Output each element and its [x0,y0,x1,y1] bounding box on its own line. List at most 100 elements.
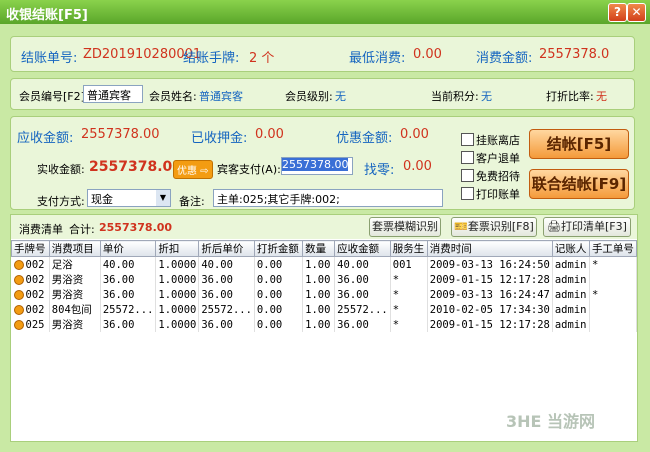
table-cell: 足浴 [49,256,101,272]
table-cell: admin [552,256,590,272]
promo-button[interactable]: 优惠 ⇨ [173,160,213,179]
row-arrow-icon [13,289,24,300]
col-header[interactable]: 手工单号 [588,240,638,257]
table-cell: 36.00 [334,317,391,332]
change-label: 找零: [364,163,395,178]
ticket-recognize-button[interactable]: 🎫套票识别[F8] [451,217,537,237]
table-cell: 002 [11,302,50,317]
table-cell: 40.00 [198,256,255,272]
print-list-button[interactable]: 🖨打印清单[F3] [543,217,631,237]
col-header[interactable]: 打折金额 [253,240,304,257]
col-header[interactable]: 单价 [99,240,157,257]
discount-value: 无 [596,90,607,103]
guest-pay-input[interactable]: 2557378.00 [281,157,353,175]
checkbox-hang-account[interactable] [461,133,474,146]
cell-value: 002 [25,273,45,286]
table-cell: 2009-03-13 16:24:47 [427,287,553,302]
table-cell [589,302,638,317]
cell-value: 002 [25,258,45,271]
cell-value: 1.00 [305,318,331,331]
payment-panel: 应收金额: 2557378.00 已收押金: 0.00 优惠金额: 0.00 实… [10,116,635,210]
table-cell: 36.00 [198,272,255,287]
cell-value: 1.00 [305,288,331,301]
col-header[interactable]: 手牌号 [11,240,50,257]
cell-value: 36.00 [102,318,135,331]
col-header[interactable]: 记账人 [551,240,590,257]
ticket-icon: 🎫 [454,220,468,233]
table-cell: 1.0000 [155,317,200,332]
cell-value: * [591,288,599,301]
method-select[interactable]: 现金 ▼ [87,189,171,207]
cell-value: 2009-03-13 16:24:50 [429,258,550,271]
table-row[interactable]: 002 男浴资 36.00 1.0000 36.00 0.00 1.00 36.00 * 2009… [11,287,638,302]
joint-checkout-button[interactable]: 联合结帐[F9] [529,169,629,199]
col-header[interactable]: 折后单价 [198,240,255,257]
hand-value: 2 个 [249,51,275,66]
col-header[interactable]: 服务生 [389,240,428,257]
member-panel: 会员编号[F2] 普通宾客 会员姓名: 普通宾客 会员级别: 无 当前积分: 无… [10,78,635,110]
cell-value: 足浴 [51,259,73,271]
cell-value: 男浴资 [51,319,84,331]
col-header[interactable]: 应收金额 [334,240,391,257]
checkout-button[interactable]: 结帐[F5] [529,129,629,159]
option-label: 打印账单 [476,188,520,201]
table-row[interactable]: 025 男浴资 36.00 1.0000 36.00 0.00 1.00 36.00 * 2009… [11,317,638,332]
row-arrow-icon [13,319,24,330]
cell-value: * [392,273,400,286]
cell-value: 男浴资 [51,289,84,301]
cell-value: 25572... [337,303,388,316]
due-label: 应收金额: [17,131,74,146]
table-row[interactable]: 002 男浴资 36.00 1.0000 36.00 0.00 1.00 36.00 * 2009… [11,272,638,287]
help-icon[interactable]: ? [608,3,627,22]
table-cell: 36.00 [334,287,391,302]
table-row[interactable]: 002 足浴 40.00 1.0000 40.00 0.00 1.00 40.00 001 200… [11,256,638,272]
cell-value: 1.00 [305,303,331,316]
list-header: 消费清单 合计: 2557378.00 套票模糊识别 🎫套票识别[F8] 🖨打印… [11,215,637,239]
method-value: 现金 [91,193,113,206]
cell-value: 40.00 [337,258,369,271]
cell-value: 002 [25,303,45,316]
cell-value: 36.00 [201,318,233,331]
table-cell: 0.00 [254,302,304,317]
table-cell: 25572... [198,302,255,317]
col-header[interactable]: 折扣 [155,240,200,257]
cell-value: admin [554,273,587,286]
cell-value: 2009-01-15 12:17:28 [429,273,550,286]
cell-value: admin [554,258,587,271]
ticket-recognize-label: 套票识别[F8] [467,220,534,233]
table-cell: 40.00 [100,256,157,272]
consumption-table: 手牌号 消费项目 单价 折扣 折后单价 打折金额 数量 应收金额 服务生 消费时… [11,240,638,332]
col-header[interactable]: 消费时间 [426,240,553,257]
table-cell: admin [552,317,590,332]
table-cell: 36.00 [100,317,157,332]
note-input[interactable]: 主单:025;其它手牌:002; [213,189,443,207]
table-row[interactable]: 002 804包间 25572... 1.0000 25572... 0.00 1.00 25… [11,302,638,317]
close-icon[interactable]: ✕ [627,3,646,22]
summary-panel: 结账单号: ZD201910280001 结账手牌: 2 个 最低消费: 0.0… [10,36,635,72]
option-label: 挂账离店 [476,134,520,147]
cell-value: 1.00 [305,273,331,286]
col-header[interactable]: 数量 [302,240,336,257]
total-value: 2557378.0 [539,47,610,62]
checkbox-print-bill[interactable] [461,187,474,200]
table-cell: * [589,256,638,272]
list-sum-value: 2557378.00 [99,221,173,234]
checkbox-customer-refund[interactable] [461,151,474,164]
table-cell: 男浴资 [49,287,101,302]
cell-value: 1.00 [305,258,331,271]
member-id-input[interactable]: 普通宾客 [83,85,143,103]
checkbox-free-treat[interactable] [461,169,474,182]
cell-value: 40.00 [102,258,135,271]
chevron-down-icon[interactable]: ▼ [156,190,170,206]
option-label: 免费招待 [476,170,520,183]
cell-value: 36.00 [102,288,135,301]
table-cell: 25572... [334,302,391,317]
cell-value: 0.00 [256,318,283,331]
cell-value: 36.00 [102,273,135,286]
table-cell: * [390,302,428,317]
cell-value: 36.00 [337,273,369,286]
fuzzy-ticket-button[interactable]: 套票模糊识别 [369,217,441,237]
actual-value: 2557378.00 [89,159,182,175]
col-header[interactable]: 消费项目 [48,240,101,257]
cell-value: admin [554,303,587,316]
